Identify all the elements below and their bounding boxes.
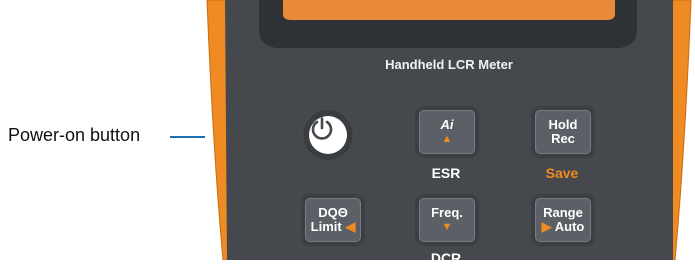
dqo-key-label: DQΘ	[318, 205, 348, 220]
auto-key-row: ▶ Auto	[542, 220, 585, 234]
freq-key[interactable]: Freq. ▼	[419, 198, 475, 242]
dqo-key[interactable]: DQΘ Limit ◀	[305, 198, 361, 242]
range-key[interactable]: Range ▶ Auto	[535, 198, 591, 242]
ai-key[interactable]: Ai ▲	[419, 110, 475, 154]
left-arrow-icon: ◀	[345, 219, 356, 234]
limit-key-label: Limit	[310, 219, 342, 234]
hold-key-label: Hold	[548, 117, 578, 132]
ai-key-label: Ai	[440, 117, 454, 132]
esr-label: ESR	[431, 165, 461, 181]
power-icon	[311, 117, 333, 140]
callout-label: Power-on button	[8, 125, 141, 145]
lcr-meter: Handheld LCR Meter Ai ▲ ESR Hold Rec Sav…	[205, 0, 693, 266]
down-arrow-icon: ▼	[441, 221, 453, 233]
auto-key-label: Auto	[554, 219, 585, 234]
power-button[interactable]	[309, 116, 347, 154]
up-arrow-icon: ▲	[441, 133, 453, 145]
dcr-label: DCR	[430, 250, 462, 266]
right-arrow-icon: ▶	[541, 219, 552, 234]
hold-key[interactable]: Hold Rec	[535, 110, 591, 154]
freq-key-label: Freq.	[431, 205, 463, 220]
rec-key-label: Rec	[551, 131, 575, 146]
save-label: Save	[545, 165, 579, 181]
limit-key-row: Limit ◀	[311, 220, 356, 234]
range-key-label: Range	[543, 205, 583, 220]
device-title: Handheld LCR Meter	[385, 57, 513, 72]
